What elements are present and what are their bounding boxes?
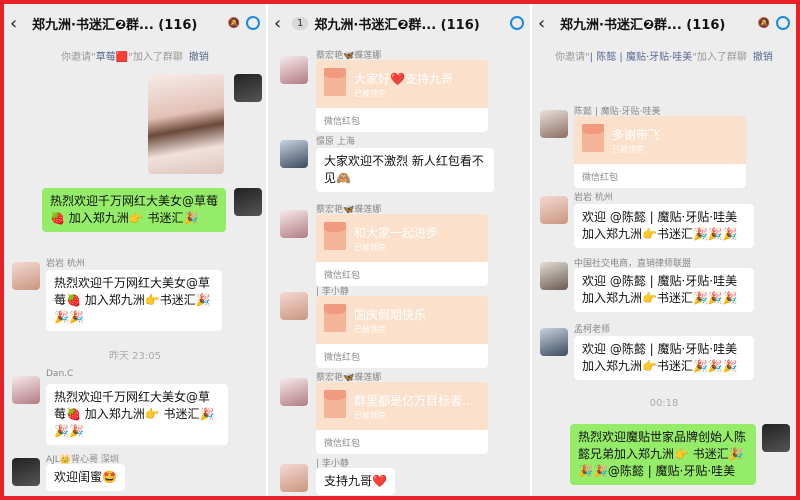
group-title: 郑九洲·书迷汇❷群... (116) (314, 17, 480, 33)
my-avatar[interactable] (234, 188, 262, 216)
time-divider: 00:18 (649, 398, 679, 409)
member-avatar[interactable] (12, 376, 40, 404)
member-avatar[interactable] (540, 196, 568, 224)
red-envelope-icon (324, 222, 346, 250)
sender-name: Dan.C (46, 369, 74, 379)
chat-header: ‹ 1 郑九洲·书迷汇❷群... (116) (268, 4, 530, 42)
my-message[interactable]: 热烈欢迎魔贴世家品牌创始人陈懿兄弟加入郑九洲👉 书迷汇🎉🎉🎉@陈懿 | 魔贴·牙… (570, 424, 756, 485)
chat-header: ‹ 郑九洲·书迷汇❷群... (116) 🔕 (532, 4, 796, 42)
system-notice: 你邀请"| 陈懿 | 魔贴·牙贴·哇美"加入了群聊 撤销 (555, 52, 773, 63)
undo-link[interactable]: 撤销 (189, 52, 209, 63)
member-avatar[interactable] (280, 292, 308, 320)
red-packet-label: 微信红包 (316, 344, 488, 368)
more-options-icon[interactable] (510, 16, 524, 30)
back-arrow-icon[interactable]: ‹ (10, 13, 24, 34)
screenshot-collage: ‹ 郑九洲·书迷汇❷群... (116) 🔕 你邀请"草莓🟥"加入了群聊 撤销 热… (4, 4, 796, 496)
chat-message[interactable]: 热烈欢迎千万网红大美女@草莓🍓 加入郑九洲👉书迷汇🎉🎉🎉 (46, 270, 222, 331)
my-message[interactable]: 热烈欢迎千万网红大美女@草莓🍓 加入郑九洲👉 书迷汇🎉 (42, 188, 226, 232)
my-avatar[interactable] (234, 74, 262, 102)
red-packet-state: 已被领完 (612, 145, 644, 154)
red-envelope-icon (582, 124, 604, 152)
more-options-icon[interactable] (776, 16, 790, 30)
red-packet-label: 微信红包 (316, 262, 488, 286)
member-avatar[interactable] (280, 140, 308, 168)
shared-photo[interactable] (148, 74, 224, 174)
invitee-link[interactable]: | 陈懿 | 魔贴·牙贴·哇美 (590, 52, 693, 63)
sender-name: 岩岩 杭州 (574, 193, 613, 203)
time-divider: 昨天 23:05 (109, 351, 161, 362)
chat-message[interactable]: 热烈欢迎千万网红大美女@草莓🍓 加入郑九洲👉 书迷汇🎉🎉🎉 (46, 384, 228, 445)
red-packet-label: 微信红包 (574, 164, 746, 188)
chat-panel-2: ‹ 1 郑九洲·书迷汇❷群... (116) 蔡宏艳🦋蝶莲娜 大家好❤️支持九哥… (268, 4, 532, 496)
member-avatar[interactable] (280, 210, 308, 238)
red-packet-state: 已被领完 (354, 325, 386, 334)
member-avatar[interactable] (12, 262, 40, 290)
undo-link[interactable]: 撤销 (753, 52, 773, 63)
red-packet-state: 已被领完 (354, 243, 386, 252)
chat-panel-3: ‹ 郑九洲·书迷汇❷群... (116) 🔕 你邀请"| 陈懿 | 魔贴·牙贴·… (532, 4, 796, 496)
chat-header: ‹ 郑九洲·书迷汇❷群... (116) 🔕 (4, 4, 266, 42)
chat-message[interactable]: 欢迎 @陈懿 | 魔贴·牙贴·哇美 加入郑九洲👉书迷汇🎉🎉🎉 (574, 336, 754, 380)
red-packet[interactable]: 和大家一起进步 已被领完 微信红包 (316, 214, 488, 286)
red-packet[interactable]: 群里都是亿万目标者... 已被领完 微信红包 (316, 382, 488, 454)
member-avatar[interactable] (540, 110, 568, 138)
system-notice: 你邀请"草莓🟥"加入了群聊 撤销 (61, 52, 209, 63)
invitee-link[interactable]: 草莓🟥 (96, 52, 128, 63)
red-packet-wish: 国庆假期快乐 (354, 308, 427, 322)
group-title: 郑九洲·书迷汇❷群... (116) (560, 17, 726, 33)
red-packet-wish: 大家好❤️支持九哥 (354, 72, 453, 86)
sender-name: 憬原 上海 (316, 137, 355, 147)
member-avatar[interactable] (540, 328, 568, 356)
my-avatar[interactable] (762, 424, 790, 452)
mute-icon: 🔕 (757, 17, 770, 29)
chat-message[interactable]: 大家欢迎不激烈 新人红包看不见🙈 (316, 148, 494, 192)
member-avatar[interactable] (280, 378, 308, 406)
red-packet-wish: 多谢带飞 (612, 128, 661, 142)
member-avatar[interactable] (280, 56, 308, 84)
red-packet[interactable]: 大家好❤️支持九哥 已被领完 微信红包 (316, 60, 488, 132)
mute-icon: 🔕 (227, 17, 240, 29)
chat-message[interactable]: 欢迎闺蜜🤩 (46, 464, 125, 491)
red-packet-state: 已被领完 (354, 89, 386, 98)
sender-name: 岩岩 杭州 (46, 259, 85, 269)
red-envelope-icon (324, 68, 346, 96)
red-packet-wish: 和大家一起进步 (354, 226, 439, 240)
chat-panel-1: ‹ 郑九洲·书迷汇❷群... (116) 🔕 你邀请"草莓🟥"加入了群聊 撤销 热… (4, 4, 268, 496)
red-packet-state: 已被领完 (354, 411, 386, 420)
group-title: 郑九洲·书迷汇❷群... (116) (32, 17, 198, 33)
sender-name: 孟柯老师 (574, 325, 611, 335)
red-packet[interactable]: 多谢带飞 已被领完 微信红包 (574, 116, 746, 188)
back-arrow-icon[interactable]: ‹ (538, 13, 552, 34)
chat-message[interactable]: 欢迎 @陈懿 | 魔贴·牙贴·哇美 加入郑九洲👉书迷汇🎉🎉🎉 (574, 268, 754, 312)
red-packet[interactable]: 国庆假期快乐 已被领完 微信红包 (316, 296, 488, 368)
member-avatar[interactable] (540, 262, 568, 290)
member-avatar[interactable] (12, 458, 40, 486)
member-avatar[interactable] (280, 464, 308, 492)
red-envelope-icon (324, 390, 346, 418)
unread-count-badge: 1 (292, 16, 309, 30)
red-packet-label: 微信红包 (316, 430, 488, 454)
more-options-icon[interactable] (246, 16, 260, 30)
back-arrow-icon[interactable]: ‹ (274, 13, 288, 34)
red-envelope-icon (324, 304, 346, 332)
red-packet-label: 微信红包 (316, 108, 488, 132)
chat-message[interactable]: 欢迎 @陈懿 | 魔贴·牙贴·哇美 加入郑九洲👉书迷汇🎉🎉🎉 (574, 204, 754, 248)
red-packet-wish: 群里都是亿万目标者... (354, 394, 474, 408)
chat-message[interactable]: 支持九哥❤️ (316, 468, 395, 495)
